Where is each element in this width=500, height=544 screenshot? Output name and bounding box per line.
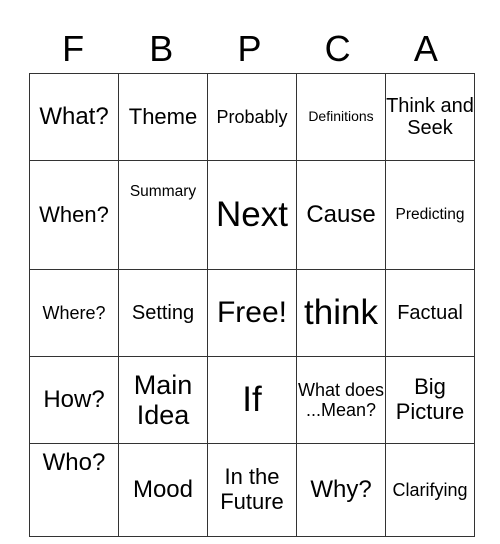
bingo-cell[interactable]: How?: [29, 356, 119, 444]
bingo-cell[interactable]: Clarifying: [385, 443, 475, 537]
header-letter-a: A: [413, 28, 438, 69]
bingo-cell[interactable]: think: [296, 269, 386, 357]
header-letter-f: F: [62, 28, 85, 69]
bingo-cell[interactable]: Think and Seek: [385, 73, 475, 161]
bingo-cell[interactable]: Who?: [29, 443, 119, 537]
bingo-cell[interactable]: When?: [29, 160, 119, 270]
bingo-cell[interactable]: In the Future: [207, 443, 297, 537]
header-letter-b: B: [149, 28, 174, 69]
bingo-row: What? Theme Probably Definitions Think a…: [29, 73, 475, 161]
bingo-row: Who? Mood In the Future Why? Clarifying: [29, 443, 475, 537]
bingo-cell[interactable]: Cause: [296, 160, 386, 270]
bingo-cell[interactable]: What?: [29, 73, 119, 161]
header-letter-c: C: [324, 28, 351, 69]
bingo-card: What? Theme Probably Definitions Think a…: [29, 73, 475, 537]
bingo-cell[interactable]: Main Idea: [118, 356, 208, 444]
bingo-cell[interactable]: Factual: [385, 269, 475, 357]
free-space[interactable]: Free!: [207, 269, 297, 357]
bingo-cell[interactable]: Next: [207, 160, 297, 270]
bingo-cell[interactable]: Summary: [118, 160, 208, 270]
bingo-cell[interactable]: Why?: [296, 443, 386, 537]
bingo-header: F B P C A: [29, 26, 470, 72]
bingo-cell[interactable]: Predicting: [385, 160, 475, 270]
bingo-cell[interactable]: If: [207, 356, 297, 444]
bingo-cell[interactable]: Big Picture: [385, 356, 475, 444]
bingo-row: Where? Setting Free! think Factual: [29, 269, 475, 357]
bingo-cell[interactable]: Probably: [207, 73, 297, 161]
bingo-cell[interactable]: What does ...Mean?: [296, 356, 386, 444]
bingo-cell[interactable]: Definitions: [296, 73, 386, 161]
bingo-cell[interactable]: Mood: [118, 443, 208, 537]
bingo-row: How? Main Idea If What does ...Mean? Big…: [29, 356, 475, 444]
bingo-cell[interactable]: Theme: [118, 73, 208, 161]
bingo-row: When? Summary Next Cause Predicting: [29, 160, 475, 270]
bingo-cell[interactable]: Setting: [118, 269, 208, 357]
bingo-cell[interactable]: Where?: [29, 269, 119, 357]
header-letter-p: P: [237, 28, 262, 69]
